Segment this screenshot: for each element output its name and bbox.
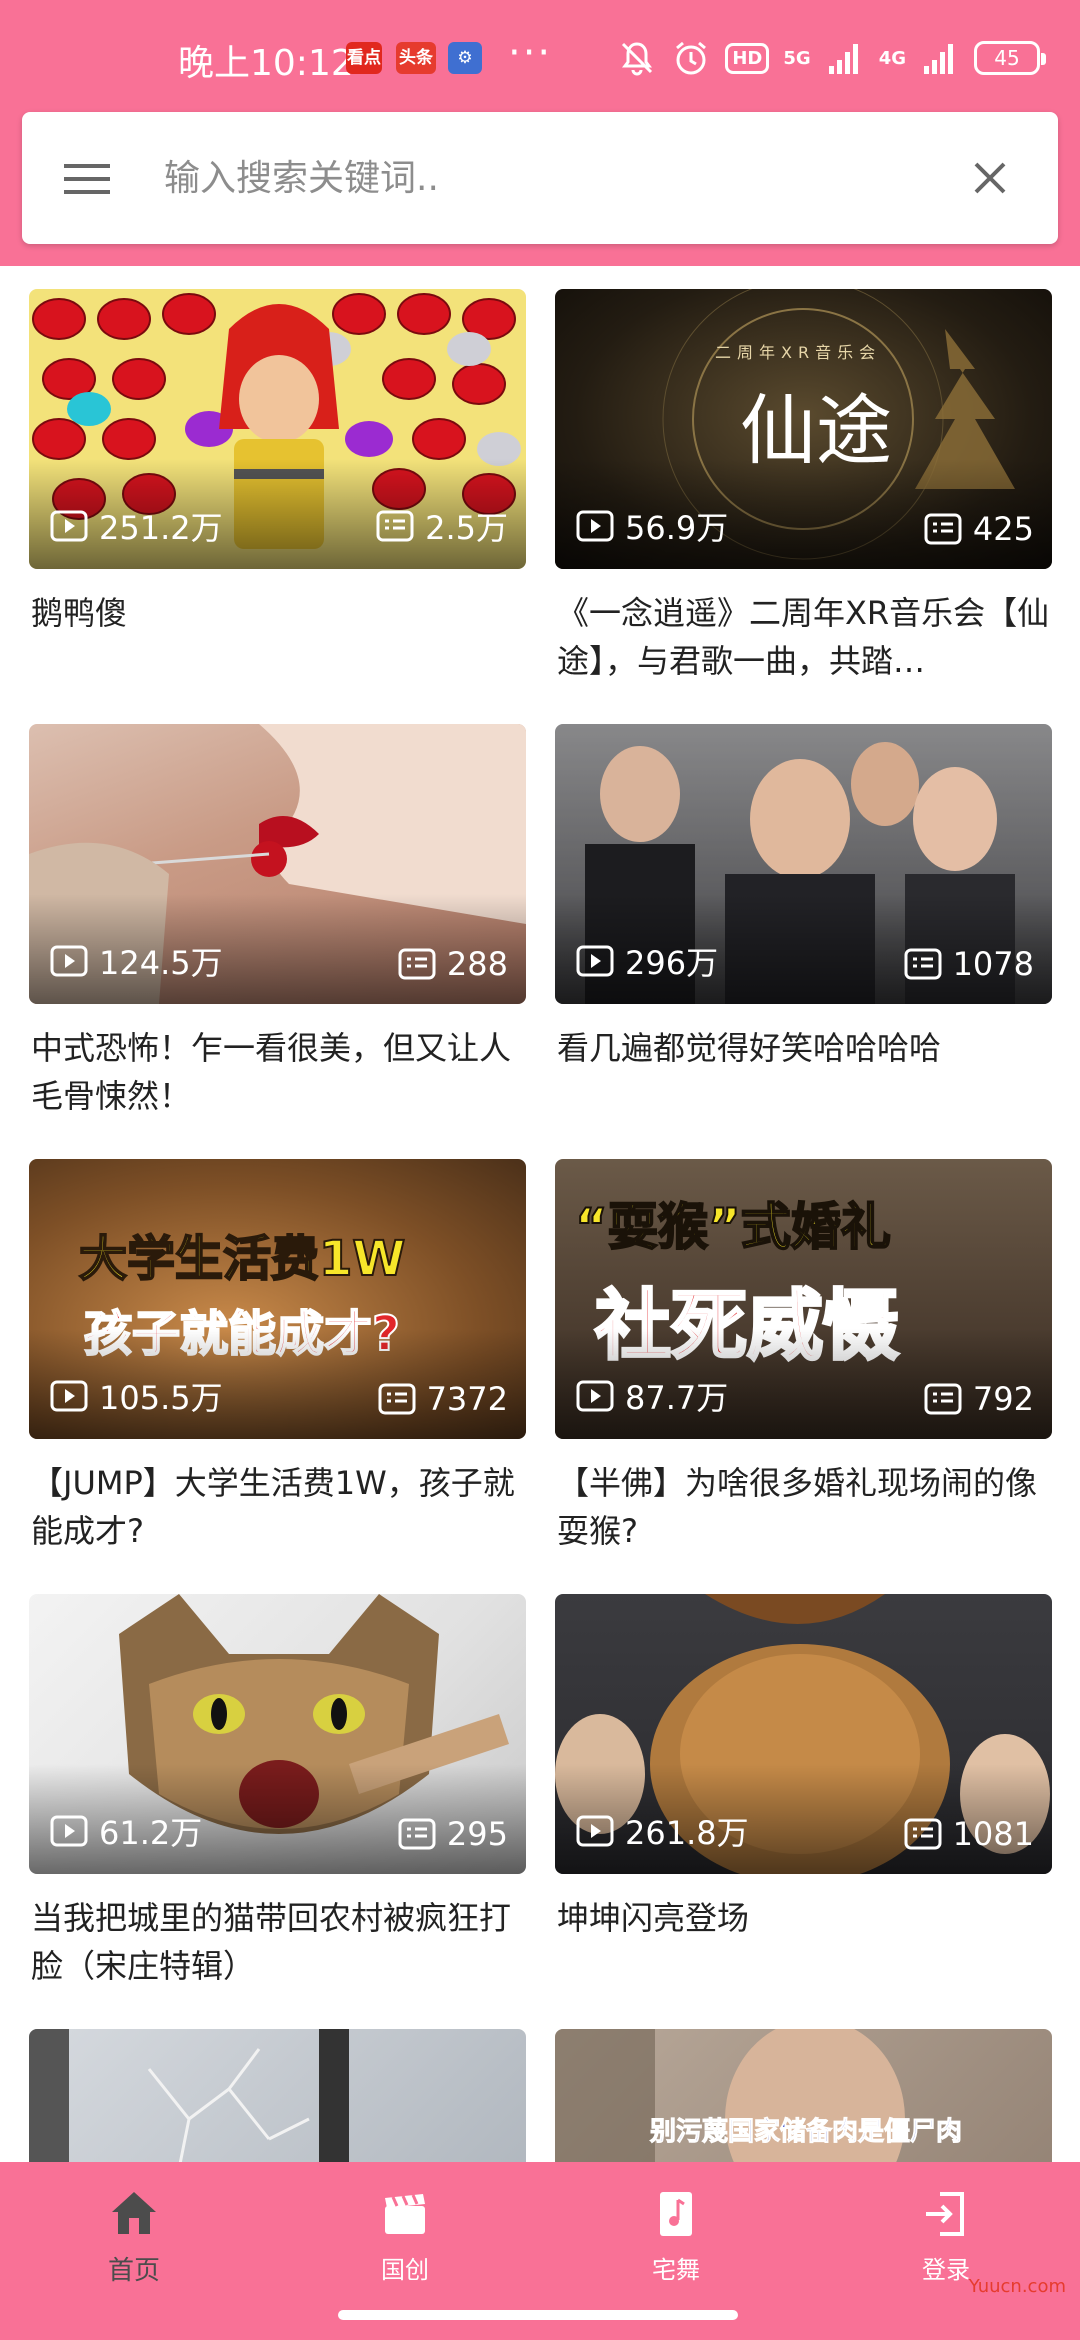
danmaku-icon	[398, 1818, 436, 1850]
play-count-icon	[576, 510, 614, 542]
play-count-icon	[50, 945, 88, 977]
danmaku-icon	[924, 513, 962, 545]
nav-label: 国创	[381, 2256, 429, 2284]
video-title[interactable]: 《一念逍遥》二周年XR音乐会【仙途】，与君歌一曲，共踏…	[555, 589, 1052, 685]
video-card[interactable]: “耍猴”式婚礼 社死威慑 87.7万 792 【半佛】为啥很多婚礼现场闹的像耍猴…	[555, 1159, 1052, 1555]
play-count-icon	[50, 1815, 88, 1847]
view-count: 261.8万	[575, 1808, 749, 1854]
thumbnail-caption: 二周年XR音乐会	[715, 343, 882, 362]
thumbnail-caption: 大学生活费1W	[78, 1230, 406, 1288]
video-title[interactable]: 【半佛】为啥很多婚礼现场闹的像耍猴?	[555, 1459, 1052, 1555]
menu-icon[interactable]	[62, 154, 112, 204]
video-thumbnail[interactable]: 大学生活费1W 孩子就能成才? 105.5万 7372	[29, 1159, 526, 1439]
play-count-icon	[576, 1815, 614, 1847]
music-note-icon	[660, 2192, 692, 2236]
nav-label: 宅舞	[652, 2256, 700, 2284]
notification-app-icon: 头条	[396, 42, 436, 74]
video-title[interactable]: 中式恐怖！乍一看很美，但又让人毛骨悚然！	[29, 1024, 526, 1120]
video-thumbnail[interactable]: 261.8万 1081	[555, 1594, 1052, 1874]
danmaku-count: 792	[923, 1379, 1034, 1419]
danmaku-count: 1081	[903, 1814, 1034, 1854]
video-card[interactable]: 124.5万 288 中式恐怖！乍一看很美，但又让人毛骨悚然！	[29, 724, 526, 1120]
thumbnail-caption: 别污蔑国家储备肉是僵尸肉	[649, 2117, 963, 2148]
login-icon	[926, 2192, 964, 2236]
video-title[interactable]: 【JUMP】大学生活费1W，孩子就能成才?	[29, 1459, 526, 1555]
video-thumbnail[interactable]: 二周年XR音乐会 仙途 56.9万 425	[555, 289, 1052, 569]
video-thumbnail[interactable]: 别污蔑国家储备肉是僵尸肉	[555, 2029, 1052, 2162]
video-card[interactable]: 61.2万 295 当我把城里的猫带回农村被疯狂打脸（宋庄特辑）	[29, 1594, 526, 1990]
network-4g-label: 4G	[878, 47, 906, 69]
danmaku-count: 1078	[903, 944, 1034, 984]
danmaku-count: 2.5万	[375, 503, 508, 549]
gesture-home-bar[interactable]	[338, 2310, 738, 2320]
view-count: 56.9万	[575, 503, 728, 549]
video-thumbnail[interactable]: “耍猴”式婚礼 社死威慑 87.7万 792	[555, 1159, 1052, 1439]
view-count: 87.7万	[575, 1373, 728, 1419]
network-5g-label: 5G	[783, 47, 811, 69]
notification-settings-icon: ⚙	[448, 42, 482, 74]
video-title[interactable]: 鹅鸭傻	[29, 589, 526, 637]
notification-app-icon: 看点	[346, 42, 382, 74]
danmaku-icon	[904, 1818, 942, 1850]
video-card[interactable]: 别污蔑国家储备肉是僵尸肉	[555, 2029, 1052, 2162]
danmaku-icon	[378, 1383, 416, 1415]
nav-item-guochuang[interactable]: 国创	[315, 2186, 495, 2285]
nav-item-login[interactable]: 登录	[856, 2186, 1036, 2285]
app-header: 晚上10:12 看点 头条 ⚙ ··· HD 5G 4G 45	[0, 0, 1080, 266]
video-card[interactable]: 261.8万 1081 坤坤闪亮登场	[555, 1594, 1052, 1942]
nav-item-home[interactable]: 首页	[44, 2186, 224, 2287]
danmaku-count: 7372	[377, 1379, 508, 1419]
danmaku-count: 425	[923, 509, 1034, 549]
video-card[interactable]: 大学生活费1W 孩子就能成才? 105.5万 7372 【JUMP】大学生活费1…	[29, 1159, 526, 1555]
close-icon[interactable]	[966, 154, 1014, 202]
video-title[interactable]: 看几遍都觉得好笑哈哈哈哈	[555, 1024, 1052, 1072]
nav-label: 首页	[107, 2256, 160, 2286]
video-thumbnail[interactable]: 251.2万 2.5万	[29, 289, 526, 569]
battery-icon: 45	[974, 41, 1046, 75]
view-count: 296万	[575, 938, 718, 984]
home-icon	[112, 2192, 156, 2234]
view-count: 251.2万	[49, 503, 223, 549]
thumbnail-art	[29, 2029, 349, 2162]
video-card[interactable]	[29, 2029, 526, 2162]
thumbnail-caption: “耍猴”式婚礼	[574, 1197, 892, 1257]
video-title[interactable]: 坤坤闪亮登场	[555, 1894, 1052, 1942]
hd-voice-icon: HD	[725, 42, 770, 74]
more-notifications-icon: ···	[508, 30, 553, 76]
video-title[interactable]: 当我把城里的猫带回农村被疯狂打脸（宋庄特辑）	[29, 1894, 526, 1990]
nav-item-dance[interactable]: 宅舞	[586, 2186, 766, 2285]
video-thumbnail[interactable]: 61.2万 295	[29, 1594, 526, 1874]
video-card[interactable]: 二周年XR音乐会 仙途 56.9万 425 《一念逍遥》二周年XR音乐会【仙途】…	[555, 289, 1052, 685]
view-count: 124.5万	[49, 938, 223, 984]
danmaku-count: 288	[397, 944, 508, 984]
video-thumbnail[interactable]: 124.5万 288	[29, 724, 526, 1004]
status-bar: 晚上10:12 看点 头条 ⚙ ··· HD 5G 4G 45	[0, 0, 1080, 110]
danmaku-icon	[376, 510, 414, 542]
search-bar	[22, 112, 1058, 244]
danmaku-count: 295	[397, 1814, 508, 1854]
signal-icon	[828, 44, 858, 74]
status-time: 晚上10:12	[178, 43, 354, 84]
signal-icon	[924, 44, 953, 74]
play-count-icon	[576, 945, 614, 977]
watermark: Yuucn.com	[968, 2276, 1066, 2297]
view-count: 105.5万	[49, 1373, 223, 1419]
alarm-icon	[676, 41, 707, 75]
status-indicators: HD 5G 4G 45	[617, 36, 1046, 80]
view-count: 61.2万	[49, 1808, 202, 1854]
video-thumbnail[interactable]: 296万 1078	[555, 724, 1052, 1004]
danmaku-icon	[398, 948, 436, 980]
danmaku-icon	[904, 948, 942, 980]
video-card[interactable]: 251.2万 2.5万 鹅鸭傻	[29, 289, 526, 637]
play-count-icon	[50, 510, 88, 542]
video-card[interactable]: 296万 1078 看几遍都觉得好笑哈哈哈哈	[555, 724, 1052, 1072]
search-input[interactable]	[164, 142, 964, 214]
video-grid: 251.2万 2.5万 鹅鸭傻 二周年XR音乐会 仙途 56.9万 425 《一…	[0, 266, 1080, 2162]
mute-bell-icon	[622, 42, 653, 76]
video-thumbnail[interactable]	[29, 2029, 526, 2162]
play-count-icon	[576, 1380, 614, 1412]
danmaku-icon	[924, 1383, 962, 1415]
clapperboard-icon	[385, 2194, 425, 2234]
play-count-icon	[50, 1380, 88, 1412]
